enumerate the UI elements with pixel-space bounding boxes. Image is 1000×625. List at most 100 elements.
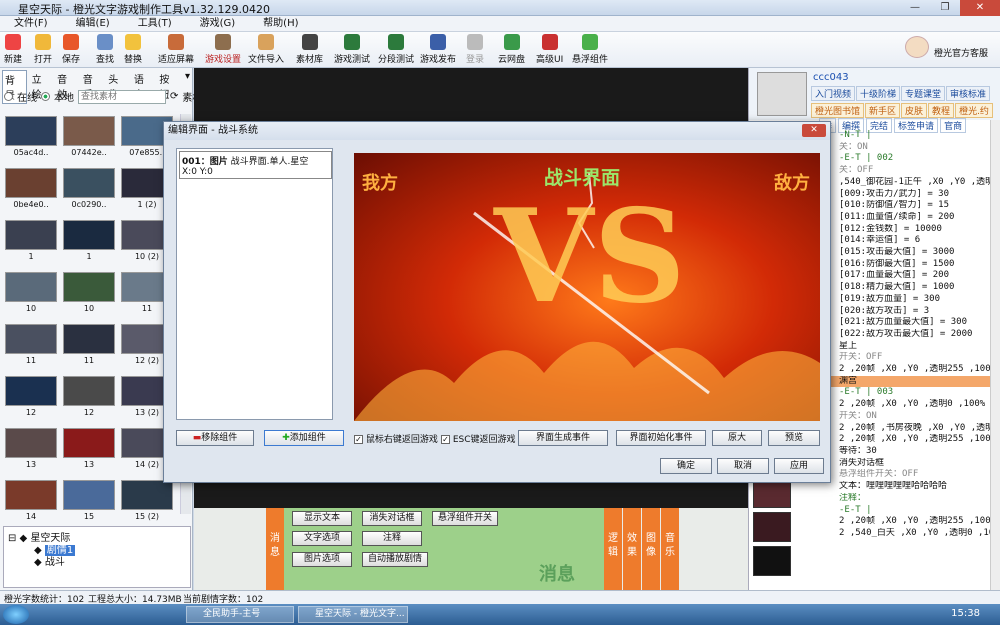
asset-thumbnail[interactable]: 07442e.. [61, 116, 117, 168]
tab-effect[interactable]: 效果 [623, 508, 641, 590]
asset-search-input[interactable] [78, 89, 166, 104]
tab-message[interactable]: 消息 [266, 508, 284, 590]
asset-thumbnail[interactable]: 10 [61, 272, 117, 324]
asset-thumbnail[interactable]: 12 [61, 376, 117, 428]
image-options-button[interactable]: 图片选项 [292, 552, 352, 567]
restore-button[interactable]: ❐ [930, 0, 960, 16]
link-tutorial[interactable]: 教程 [928, 103, 955, 118]
component-list: 001：图片 战斗界面.单人.星空 X:0 Y:0 [176, 148, 333, 420]
ok-button[interactable]: 确定 [660, 458, 712, 474]
clapperboard-icon [301, 34, 318, 50]
asset-thumbnail[interactable]: 12 [3, 376, 59, 428]
ui-create-event-button[interactable]: 界面生成事件 [518, 430, 608, 446]
thumbnail-image [5, 428, 57, 458]
link-ladder[interactable]: 十级阶梯 [856, 86, 901, 101]
asset-thumbnail[interactable]: 05ac4d.. [3, 116, 59, 168]
link-review[interactable]: 审核标准 [946, 86, 991, 101]
link-library[interactable]: 橙光图书馆 [811, 103, 865, 118]
advanced-ui-button[interactable]: 高级UI [536, 34, 563, 65]
tab-logic[interactable]: 逻辑 [604, 508, 622, 590]
text-options-button[interactable]: 文字选项 [292, 531, 352, 546]
autoplay-button[interactable]: 自动播放剧情 [362, 552, 428, 567]
asset-thumbnail[interactable]: 10 [3, 272, 59, 324]
refresh-icon[interactable]: ⟳ [170, 91, 178, 102]
hide-dialog-button[interactable]: 消失对话框 [362, 511, 422, 526]
task-editor[interactable]: 星空天际 - 橙光文字... [298, 606, 408, 623]
open-button[interactable]: 打开 [34, 34, 52, 65]
fit-screen-button[interactable]: 适应屏幕 [158, 34, 194, 65]
ui-init-event-button[interactable]: 界面初始化事件 [616, 430, 706, 446]
thumbnail-label: 10 (2) [134, 252, 160, 261]
menu-tools[interactable]: 工具(T) [124, 16, 186, 31]
component-item[interactable]: 001：图片 战斗界面.单人.星空 X:0 Y:0 [179, 151, 332, 179]
asset-thumbnail[interactable]: 13 [61, 428, 117, 480]
floating-toggle-button[interactable]: 悬浮组件开关 [432, 511, 498, 526]
menu-game[interactable]: 游戏(G) [186, 16, 250, 31]
tab-image[interactable]: 图像 [642, 508, 660, 590]
asset-thumbnail[interactable]: 1 [3, 220, 59, 272]
tab-music[interactable]: 音乐 [661, 508, 679, 590]
apply-button[interactable]: 应用 [774, 458, 824, 474]
start-button[interactable] [3, 605, 29, 624]
customer-service[interactable] [905, 36, 929, 60]
username[interactable]: ccc043 [813, 72, 849, 83]
asset-thumbnail[interactable]: 14 [3, 480, 59, 532]
script-scrollbar[interactable] [990, 120, 1000, 590]
floating-widget-button[interactable]: 悬浮组件 [572, 34, 608, 65]
asset-thumbnail[interactable]: 11 [3, 324, 59, 376]
cancel-button[interactable]: 取消 [717, 458, 769, 474]
new-button[interactable]: 新建 [4, 34, 22, 65]
add-component-button[interactable]: ✚添加组件 [264, 430, 344, 446]
tree-item-battle[interactable]: ◆ 战斗 [34, 553, 65, 568]
dialog-close-button[interactable]: ✕ [802, 124, 826, 137]
link-yue[interactable]: 橙光.约 [955, 103, 993, 118]
esc-checkbox[interactable]: ✓ [441, 435, 450, 444]
online-radio[interactable] [4, 92, 13, 101]
link-class[interactable]: 专题课堂 [901, 86, 946, 101]
asset-thumbnail[interactable]: 13 [3, 428, 59, 480]
login-button[interactable]: 登录 [466, 34, 484, 65]
game-settings-button[interactable]: 游戏设置 [205, 34, 241, 65]
link-intro-video[interactable]: 入门视频 [811, 86, 856, 101]
esc-return-option[interactable]: ✓ ESC键返回游戏 [441, 432, 516, 445]
thumbnail-image [63, 220, 115, 250]
remove-component-button[interactable]: ▬移除组件 [176, 430, 254, 446]
save-button[interactable]: 保存 [62, 34, 80, 65]
comment-button[interactable]: 注释 [362, 531, 422, 546]
cloud-disk-button[interactable]: 云网盘 [498, 34, 525, 65]
menu-file[interactable]: 文件(F) [0, 16, 62, 31]
thumbnail-label: 07442e.. [71, 148, 107, 157]
close-button[interactable]: ✕ [960, 0, 1000, 16]
star-icon [467, 34, 483, 50]
minimize-button[interactable]: — [900, 0, 930, 16]
show-text-button[interactable]: 显示文本 [292, 511, 352, 526]
asset-thumbnail[interactable]: 0c0290.. [61, 168, 117, 220]
asset-thumbnail[interactable]: 15 (2) [119, 480, 175, 532]
link-skin[interactable]: 皮肤 [901, 103, 928, 118]
thumbnail-image [5, 220, 57, 250]
menu-help[interactable]: 帮助(H) [249, 16, 312, 31]
task-assistant[interactable]: 全民助手-主号 [186, 606, 294, 623]
right-click-return-option[interactable]: ✓ 鼠标右键返回游戏 [354, 432, 438, 445]
original-size-button[interactable]: 原大 [712, 430, 762, 446]
asset-thumbnail[interactable]: 0be4e0.. [3, 168, 59, 220]
find-button[interactable]: 查找 [96, 34, 114, 65]
menu-edit[interactable]: 编辑(E) [62, 16, 124, 31]
game-test-button[interactable]: 游戏测试 [334, 34, 370, 65]
file-import-button[interactable]: 文件导入 [248, 34, 284, 65]
segment-test-button[interactable]: 分段测试 [378, 34, 414, 65]
link-newbie[interactable]: 新手区 [865, 103, 901, 118]
right-click-checkbox[interactable]: ✓ [354, 435, 363, 444]
thumbnail-label: 12 (2) [134, 356, 160, 365]
asset-thumbnail[interactable]: 11 [61, 324, 117, 376]
thumbnail-label: 11 [25, 356, 37, 365]
asset-library-button[interactable]: 素材库 [296, 34, 323, 65]
publish-button[interactable]: 游戏发布 [420, 34, 456, 65]
asset-thumbnail[interactable]: 1 [61, 220, 117, 272]
replace-button[interactable]: 替换 [124, 34, 142, 65]
thumbnail-image [63, 324, 115, 354]
thumbnail-image [5, 324, 57, 354]
asset-thumbnail[interactable]: 15 [61, 480, 117, 532]
local-radio[interactable] [41, 92, 50, 101]
preview-button[interactable]: 预览 [768, 430, 820, 446]
